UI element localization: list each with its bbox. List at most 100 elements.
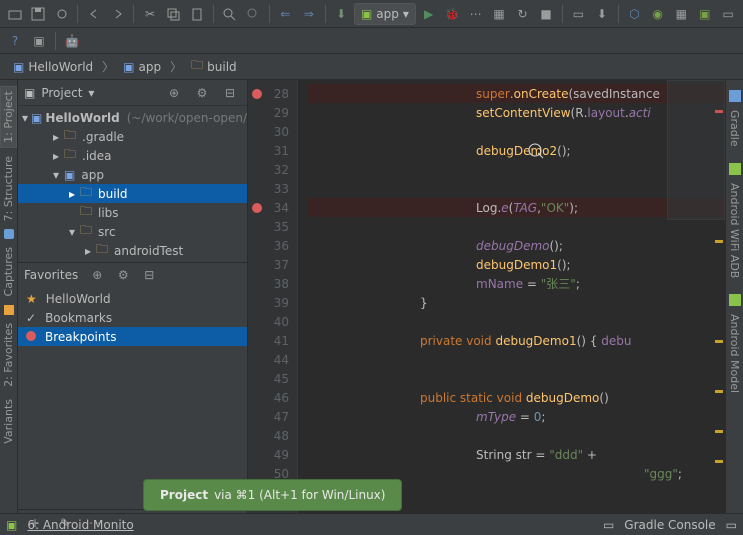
rail-star-icon[interactable]: [4, 305, 14, 315]
tree-row[interactable]: 🗀libs: [18, 203, 247, 222]
rail-adb[interactable]: Android WiFi ADB: [727, 179, 742, 282]
tree-root-row[interactable]: ▾ ▣ HelloWorld (~/work/open-open/H: [18, 108, 247, 127]
line-number[interactable]: 46: [248, 388, 297, 407]
git-icon[interactable]: ⬡: [624, 3, 645, 25]
run-icon[interactable]: ▶: [418, 3, 439, 25]
debug-icon[interactable]: 🐞: [441, 3, 462, 25]
error-marker[interactable]: [715, 110, 723, 113]
extra1-icon[interactable]: ▦: [671, 3, 692, 25]
status-right[interactable]: Gradle Console: [624, 518, 715, 532]
code-line[interactable]: Log.e(TAG,"OK");: [308, 198, 725, 217]
terminal-icon[interactable]: ▭: [603, 518, 614, 532]
code-line[interactable]: [308, 350, 725, 369]
breadcrumb-item[interactable]: 🗀 build: [184, 53, 244, 80]
expand-icon[interactable]: ▾: [22, 111, 28, 125]
profile-icon[interactable]: ▦: [488, 3, 509, 25]
sync-icon[interactable]: [51, 3, 72, 25]
forward-icon[interactable]: ⇒: [298, 3, 319, 25]
hide-icon[interactable]: ⊟: [219, 82, 241, 104]
project-tree[interactable]: ▾ ▣ HelloWorld (~/work/open-open/H ▸🗀.gr…: [18, 106, 247, 262]
breakpoint-icon[interactable]: [252, 203, 262, 213]
code-line[interactable]: private void debugDemo1() { debu: [308, 331, 725, 350]
expand-icon[interactable]: ▸: [83, 244, 93, 258]
editor-code-area[interactable]: super.onCreate(savedInstancesetContentVi…: [298, 80, 725, 513]
model-icon[interactable]: [729, 294, 741, 306]
expand-icon[interactable]: ▸: [51, 149, 61, 163]
favorites-item[interactable]: ✓Bookmarks: [18, 308, 247, 327]
gear-icon[interactable]: ⚙: [191, 82, 213, 104]
collapse-icon[interactable]: ⊕: [163, 82, 185, 104]
code-line[interactable]: [308, 122, 725, 141]
line-number[interactable]: 36: [248, 236, 297, 255]
tree-row[interactable]: ▾▣app: [18, 165, 247, 184]
warning-marker[interactable]: [715, 430, 723, 433]
code-line[interactable]: public static void debugDemo(): [308, 388, 725, 407]
attach-icon[interactable]: ⋯: [465, 3, 486, 25]
code-line[interactable]: [308, 369, 725, 388]
gradle-icon[interactable]: [729, 90, 741, 102]
favorites-list[interactable]: ★HelloWorld✓BookmarksBreakpoints: [18, 287, 247, 348]
favorites-item[interactable]: Breakpoints: [18, 327, 247, 346]
breadcrumb-item[interactable]: ▣ app: [116, 57, 168, 77]
code-editor[interactable]: 2829303132333435363738394041444546474849…: [248, 80, 725, 513]
extra2-icon[interactable]: ▣: [694, 3, 715, 25]
code-line[interactable]: [308, 426, 725, 445]
rail-captures[interactable]: Captures: [1, 243, 16, 300]
code-line[interactable]: String str = "ddd" +: [308, 445, 725, 464]
rail-model[interactable]: Android Model: [727, 310, 742, 397]
marker-bar[interactable]: [713, 80, 725, 513]
code-line[interactable]: [308, 312, 725, 331]
hide-icon[interactable]: ⊟: [138, 264, 160, 286]
breakpoint-icon[interactable]: [252, 89, 262, 99]
collapse-icon[interactable]: ⊕: [86, 264, 108, 286]
line-number[interactable]: 35: [248, 217, 297, 236]
save-icon[interactable]: [27, 3, 48, 25]
favorites-item[interactable]: ★HelloWorld: [18, 289, 247, 308]
action-icon[interactable]: ▣: [28, 30, 50, 52]
line-number[interactable]: 41: [248, 331, 297, 350]
line-number[interactable]: 49: [248, 445, 297, 464]
line-number[interactable]: 44: [248, 350, 297, 369]
line-number[interactable]: 34: [248, 198, 297, 217]
help-icon[interactable]: ?: [4, 30, 26, 52]
tree-row[interactable]: ▸🗀androidTest: [18, 241, 247, 260]
tree-row[interactable]: ▸🗀.idea: [18, 146, 247, 165]
expand-icon[interactable]: ▾: [67, 225, 77, 239]
dropdown-icon[interactable]: ▾: [88, 86, 94, 100]
expand-icon[interactable]: ▸: [51, 130, 61, 144]
android-robot-icon[interactable]: ◉: [647, 3, 668, 25]
code-line[interactable]: mName = "张三";: [308, 274, 725, 293]
undo-icon[interactable]: [83, 3, 104, 25]
warning-marker[interactable]: [715, 390, 723, 393]
extra3-icon[interactable]: ▭: [717, 3, 738, 25]
replace-icon[interactable]: [242, 3, 263, 25]
breadcrumb-item[interactable]: ▣ HelloWorld: [6, 57, 100, 77]
expand-icon[interactable]: ▸: [67, 187, 77, 201]
run-config-selector[interactable]: ▣ app ▾: [354, 3, 416, 25]
code-line[interactable]: debugDemo();: [308, 236, 725, 255]
line-number[interactable]: 38: [248, 274, 297, 293]
warning-marker[interactable]: [715, 240, 723, 243]
code-line[interactable]: debugDemo2();: [308, 141, 725, 160]
tree-row[interactable]: ▸🗀.gradle: [18, 127, 247, 146]
make-icon[interactable]: ⬇: [330, 3, 351, 25]
code-line[interactable]: setContentView(R.layout.acti: [308, 103, 725, 122]
rail-variants[interactable]: Variants: [1, 395, 16, 448]
code-line[interactable]: debugDemo1();: [308, 255, 725, 274]
sdk-icon[interactable]: ⬇: [591, 3, 612, 25]
rail-gradle[interactable]: Gradle: [727, 106, 742, 151]
line-number[interactable]: 37: [248, 255, 297, 274]
line-number[interactable]: 39: [248, 293, 297, 312]
line-number[interactable]: 29: [248, 103, 297, 122]
line-number[interactable]: 30: [248, 122, 297, 141]
code-line[interactable]: mType = 0;: [308, 407, 725, 426]
open-icon[interactable]: [4, 3, 25, 25]
avd-icon[interactable]: ▭: [568, 3, 589, 25]
code-line[interactable]: [308, 217, 725, 236]
redo-icon[interactable]: [107, 3, 128, 25]
line-number[interactable]: 28: [248, 84, 297, 103]
warning-marker[interactable]: [715, 460, 723, 463]
adb-icon[interactable]: [729, 163, 741, 175]
status-left[interactable]: 6: Android Monito: [27, 518, 133, 532]
code-line[interactable]: super.onCreate(savedInstance: [308, 84, 725, 103]
